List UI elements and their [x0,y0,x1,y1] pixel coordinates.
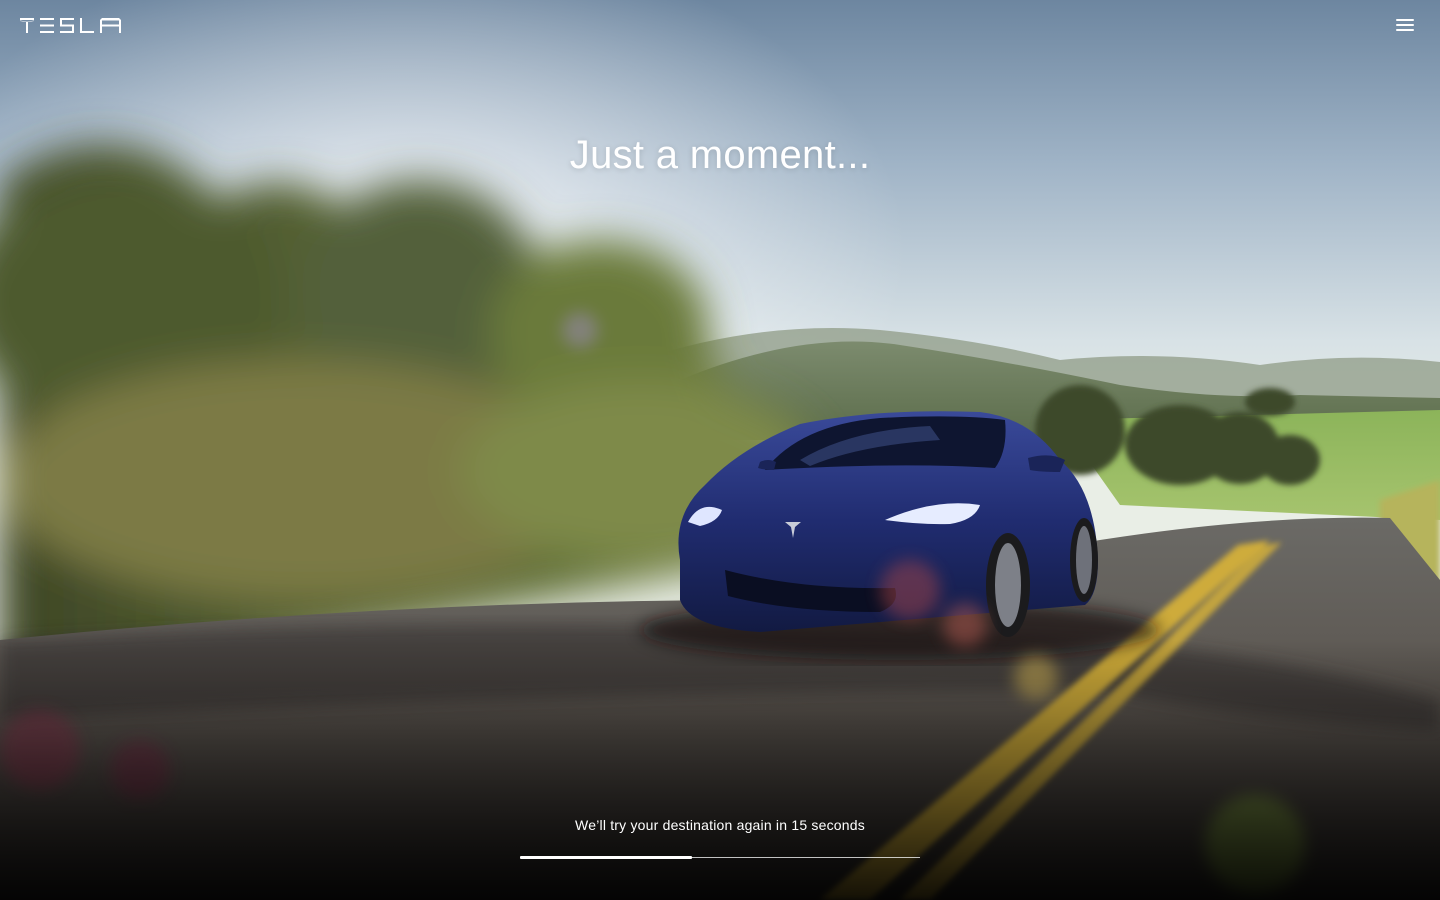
hamburger-menu-icon-bar [1396,19,1414,21]
retry-message-prefix: We’ll try your destination again in [575,817,788,833]
hamburger-menu-icon-bar [1396,24,1414,26]
logo-text: TESLA [121,18,122,19]
top-navigation-bar: TESLA [0,0,1440,52]
page-headline: Just a moment... [569,133,871,177]
hamburger-menu-icon-bar [1396,29,1414,31]
menu-button[interactable] [1392,16,1418,36]
tesla-logo-link[interactable]: TESLA [20,18,121,33]
retry-message-suffix: seconds [811,817,865,833]
retry-countdown-seconds: 15 [791,817,808,833]
progress-fill [520,856,692,859]
retry-message: We’ll try your destination again in 15 s… [0,817,1440,833]
tesla-wordmark-icon [20,18,121,37]
countdown-progress-bar [520,856,920,859]
